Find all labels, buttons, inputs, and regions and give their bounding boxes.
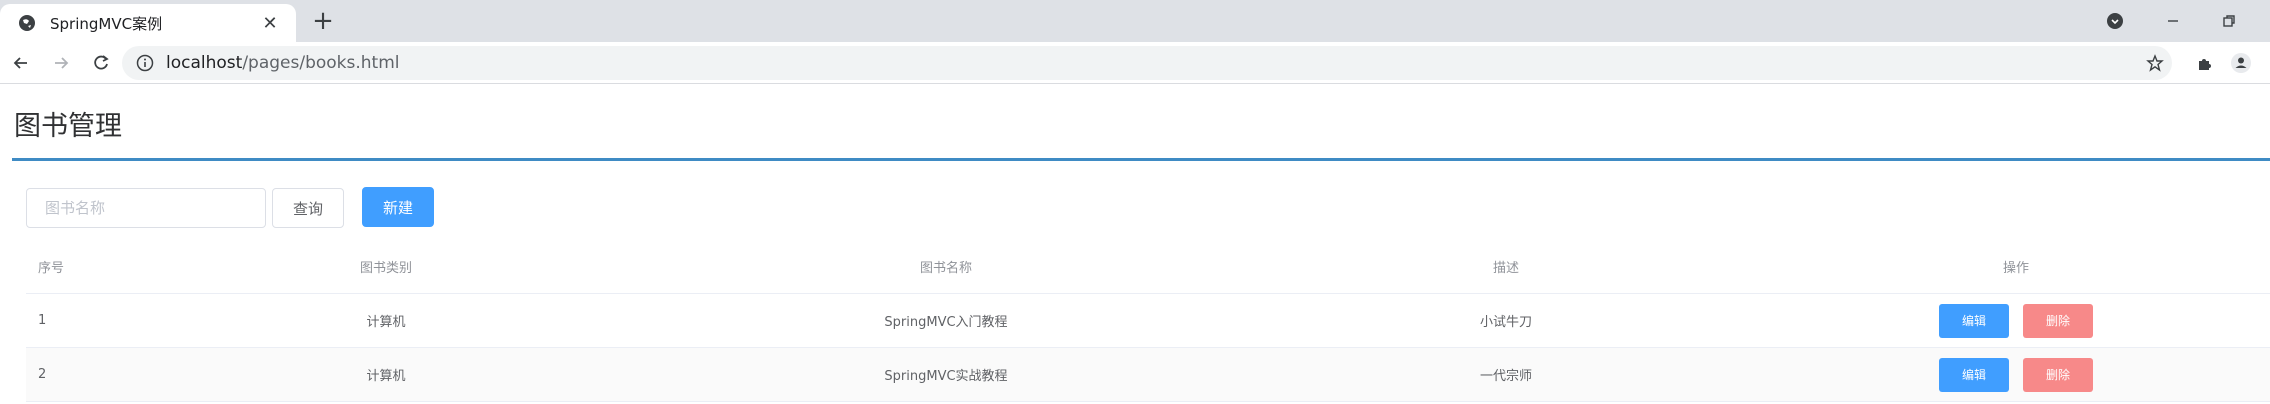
cell-ops: 编辑 删除 xyxy=(1786,294,2246,347)
cell-desc: 一代宗师 xyxy=(1479,369,1532,384)
cell-ops: 编辑 删除 xyxy=(1786,348,2246,401)
profile-icon[interactable] xyxy=(2226,48,2256,78)
page-title: 图书管理 xyxy=(14,111,122,142)
header-desc[interactable]: 描述 xyxy=(1276,240,1736,293)
browser-tabstrip: SpringMVC案例 ✕ + xyxy=(0,0,2270,42)
header-name[interactable]: 图书名称 xyxy=(666,240,1226,293)
new-tab-button[interactable]: + xyxy=(308,6,338,36)
url-path: /pages/books.html xyxy=(242,53,400,73)
cell-index: 1 xyxy=(38,313,47,328)
table-header-row: 序号 图书类别 图书名称 描述 操作 xyxy=(26,240,2270,294)
cell-type: 计算机 xyxy=(366,369,406,384)
extensions-icon[interactable] xyxy=(2190,48,2220,78)
table-row: 1 计算机 SpringMVC入门教程 小试牛刀 编辑 删除 xyxy=(26,294,2270,348)
browser-toolbar: localhost/pages/books.html xyxy=(0,42,2270,84)
cell-index: 2 xyxy=(38,367,47,382)
cell-desc: 小试牛刀 xyxy=(1479,315,1532,330)
header-ops[interactable]: 操作 xyxy=(1786,240,2246,293)
header-index[interactable]: 序号 xyxy=(38,240,138,293)
books-table: 序号 图书类别 图书名称 描述 操作 1 计算机 SpringMVC入门教程 小… xyxy=(26,240,2270,402)
star-icon[interactable] xyxy=(2140,48,2170,78)
globe-icon xyxy=(18,14,36,32)
back-icon[interactable] xyxy=(6,48,36,78)
close-icon[interactable]: ✕ xyxy=(260,13,280,34)
cell-name: SpringMVC入门教程 xyxy=(884,315,1008,330)
edit-button[interactable]: 编辑 xyxy=(1939,303,2009,338)
info-icon[interactable] xyxy=(136,54,154,72)
minimize-icon[interactable] xyxy=(2158,6,2188,36)
tab-title: SpringMVC案例 xyxy=(50,14,163,33)
title-divider xyxy=(12,158,2270,161)
cell-name: SpringMVC实战教程 xyxy=(884,369,1008,384)
book-name-search-input[interactable] xyxy=(26,188,266,228)
new-button[interactable]: 新建 xyxy=(362,187,434,227)
delete-button[interactable]: 删除 xyxy=(2023,357,2093,392)
cell-type: 计算机 xyxy=(366,315,406,330)
header-type[interactable]: 图书类别 xyxy=(226,240,546,293)
profile-dot-icon[interactable] xyxy=(2100,6,2130,36)
delete-button[interactable]: 删除 xyxy=(2023,303,2093,338)
forward-icon[interactable] xyxy=(46,48,76,78)
table-row: 2 计算机 SpringMVC实战教程 一代宗师 编辑 删除 xyxy=(26,348,2270,402)
url-text: localhost/pages/books.html xyxy=(166,53,400,73)
query-button[interactable]: 查询 xyxy=(272,188,344,228)
reload-icon[interactable] xyxy=(86,48,116,78)
url-host: localhost xyxy=(166,53,243,73)
edit-button[interactable]: 编辑 xyxy=(1939,357,2009,392)
restore-icon[interactable] xyxy=(2214,6,2244,36)
browser-tab[interactable]: SpringMVC案例 ✕ xyxy=(0,4,296,42)
address-bar[interactable]: localhost/pages/books.html xyxy=(122,46,2172,80)
